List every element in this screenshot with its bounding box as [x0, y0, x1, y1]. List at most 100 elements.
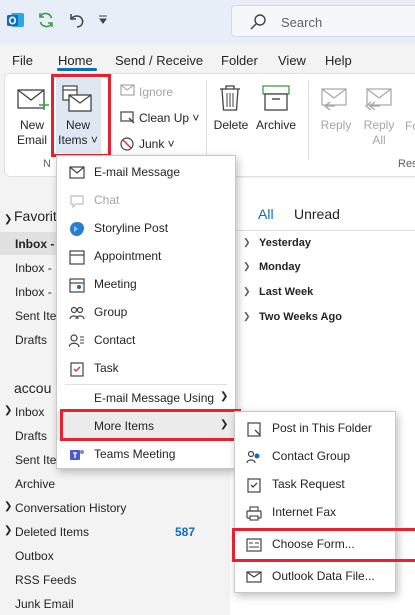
favorites-header[interactable]: ❯: [4, 209, 12, 225]
tab-help[interactable]: Help: [325, 53, 352, 68]
post-icon: [247, 422, 261, 437]
menu-label: Teams Meeting: [94, 447, 176, 461]
delete-icon: [220, 85, 240, 111]
menu-label: Storyline Post: [94, 221, 169, 235]
chevron-right-icon[interactable]: ❯: [4, 525, 12, 536]
fav-inbox-1[interactable]: Inbox -: [15, 237, 54, 251]
menu-item-appointment[interactable]: Appointment: [57, 242, 235, 270]
acct-rss-feeds[interactable]: RSS Feeds: [15, 573, 76, 587]
task-request-icon: [247, 478, 261, 493]
acct-drafts[interactable]: Drafts: [15, 429, 47, 443]
group-label-respond: Res: [398, 158, 415, 170]
menu-label: Post in This Folder: [272, 421, 372, 435]
highlight-choose-form: [232, 528, 415, 562]
acct-junk-email[interactable]: Junk Email: [15, 597, 74, 611]
menu-label: E-mail Message: [94, 165, 181, 179]
account-label[interactable]: accou: [14, 380, 51, 396]
reply-all-button[interactable]: Reply All: [359, 118, 399, 148]
forward-button[interactable]: Fo: [405, 119, 415, 133]
chevron-right-icon: ❯: [220, 391, 229, 402]
new-email-label-1: New: [19, 118, 44, 132]
delete-button[interactable]: Delete: [211, 118, 251, 133]
group-yesterday[interactable]: Yesterday: [259, 237, 311, 249]
customize-qat-icon[interactable]: [98, 15, 108, 25]
group-label-new: N: [43, 158, 51, 170]
group-last-week[interactable]: Last Week: [259, 286, 313, 298]
menu-item-outlook-data-file[interactable]: Outlook Data File...: [235, 562, 395, 590]
chevron-right-icon[interactable]: ❯: [4, 501, 12, 512]
fav-inbox-2[interactable]: Inbox -: [15, 261, 52, 275]
menu-item-storyline-post[interactable]: Storyline Post: [57, 214, 235, 242]
fav-inbox-3[interactable]: Inbox -: [15, 285, 52, 299]
menu-item-post-in-folder[interactable]: Post in This Folder: [235, 414, 395, 442]
ignore-button[interactable]: Ignore: [139, 85, 173, 99]
new-email-label-2: Email: [16, 133, 47, 147]
tab-home[interactable]: Home: [58, 53, 93, 68]
menu-item-contact-group[interactable]: Contact Group: [235, 442, 395, 470]
email-icon: [69, 166, 85, 179]
menu-label: Appointment: [94, 249, 162, 263]
filter-all[interactable]: All: [258, 206, 274, 222]
title-bar: Search: [0, 0, 415, 44]
menu-item-email-message[interactable]: E-mail Message: [57, 158, 235, 186]
outlook-logo-icon: [7, 13, 24, 27]
clean-up-icon: [120, 111, 135, 124]
sync-icon[interactable]: [37, 11, 55, 29]
tab-folder[interactable]: Folder: [221, 53, 258, 68]
acct-inbox[interactable]: Inbox: [15, 405, 44, 419]
tab-file[interactable]: File: [12, 53, 33, 68]
menu-item-internet-fax[interactable]: Internet Fax: [235, 498, 395, 526]
contact-group-icon: [246, 450, 260, 464]
menu-item-email-message-using[interactable]: E-mail Message Using ❯: [57, 384, 235, 412]
junk-icon: [120, 137, 134, 151]
search-box[interactable]: Search: [231, 5, 415, 37]
menu-item-group[interactable]: Group: [57, 298, 235, 326]
ribbon-separator-2: [308, 80, 309, 160]
filter-unread[interactable]: Unread: [294, 206, 340, 222]
chevron-right-icon[interactable]: ❯: [243, 286, 251, 297]
acct-conversation-history[interactable]: Conversation History: [15, 501, 126, 515]
deleted-items-count: 587: [175, 525, 196, 539]
fav-sent-items[interactable]: Sent Ite: [15, 309, 56, 323]
highlight-more-items: [60, 409, 241, 441]
menu-label: Task Request: [272, 477, 345, 491]
chevron-right-icon[interactable]: ❯: [243, 261, 251, 272]
tab-send-receive[interactable]: Send / Receive: [115, 53, 203, 68]
group-two-weeks-ago[interactable]: Two Weeks Ago: [259, 311, 342, 323]
task-icon: [70, 362, 84, 377]
acct-deleted-items[interactable]: Deleted Items: [15, 525, 89, 539]
tab-view[interactable]: View: [278, 53, 306, 68]
fav-drafts[interactable]: Drafts: [15, 333, 47, 347]
list-divider: [230, 230, 415, 231]
menu-item-contact[interactable]: Contact: [57, 326, 235, 354]
menu-item-teams-meeting[interactable]: Teams Meeting: [57, 440, 235, 468]
acct-outbox[interactable]: Outbox: [15, 549, 54, 563]
archive-button[interactable]: Archive: [252, 118, 300, 133]
reply-button[interactable]: Reply: [316, 118, 356, 133]
acct-sent-items[interactable]: Sent Ite: [15, 453, 56, 467]
group-monday[interactable]: Monday: [259, 261, 301, 273]
group-icon: [69, 306, 85, 320]
menu-item-task-request[interactable]: Task Request: [235, 470, 395, 498]
undo-icon[interactable]: [67, 11, 85, 29]
clean-up-button[interactable]: Clean Up ˅: [139, 111, 199, 125]
favorites-label: Favorit: [14, 208, 57, 224]
menu-label: Meeting: [94, 277, 137, 291]
new-email-button[interactable]: New Email: [12, 118, 52, 148]
menu-item-meeting[interactable]: Meeting: [57, 270, 235, 298]
junk-button[interactable]: Junk ˅: [139, 137, 175, 151]
reply-all-icon: [364, 88, 392, 111]
active-tab-indicator: [57, 68, 97, 71]
chevron-right-icon[interactable]: ❯: [243, 311, 251, 322]
search-placeholder: Search: [281, 15, 323, 30]
chevron-right-icon[interactable]: ❯: [243, 237, 251, 248]
chevron-right-icon[interactable]: ❯: [4, 405, 12, 416]
meeting-icon: [69, 278, 85, 293]
menu-label: Task: [94, 361, 119, 375]
teams-icon: [70, 450, 84, 460]
acct-archive[interactable]: Archive: [15, 477, 55, 491]
menu-item-task[interactable]: Task: [57, 354, 235, 382]
data-file-icon: [246, 571, 262, 583]
menu-item-chat[interactable]: Chat: [57, 186, 235, 214]
search-icon: [250, 14, 266, 30]
